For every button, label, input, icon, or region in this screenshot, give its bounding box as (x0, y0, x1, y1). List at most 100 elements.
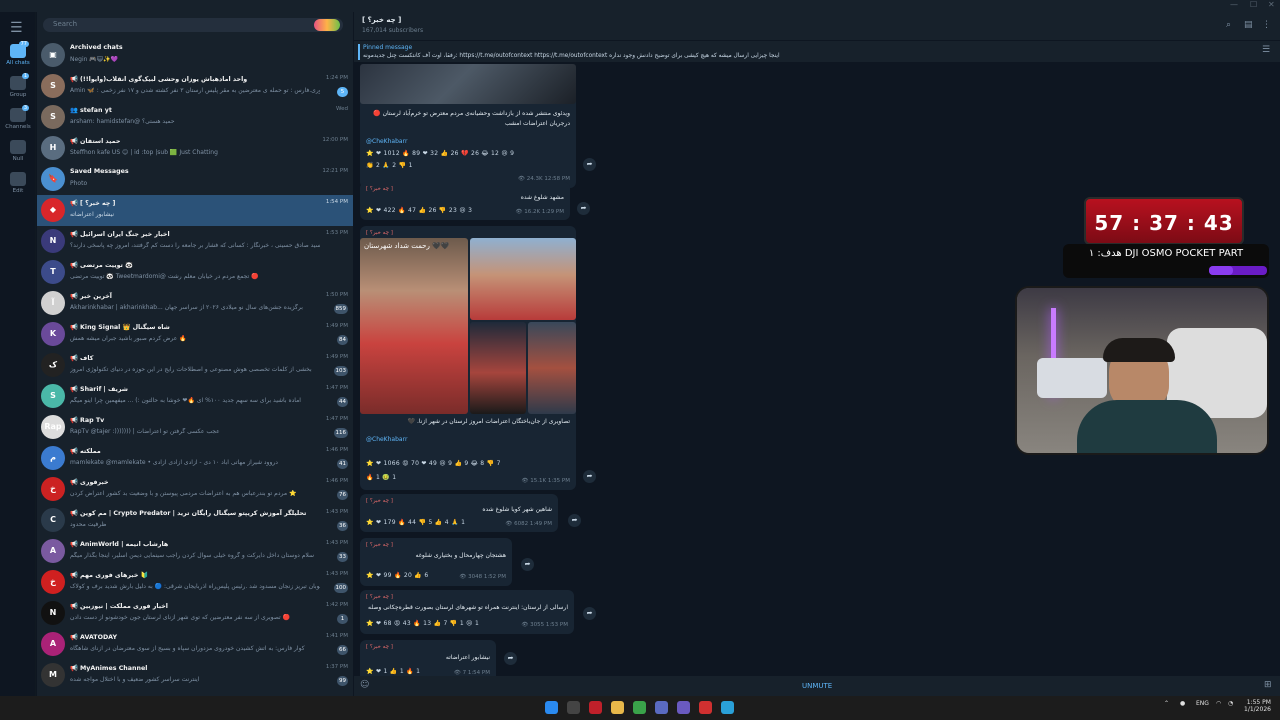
message-bubble[interactable]: [ چه خبر؟ ] هشتجان چهارمحال و بختیاری شل… (360, 538, 512, 586)
share-icon[interactable]: ➦ (521, 558, 534, 571)
maximize-icon[interactable]: ☐ (1250, 0, 1257, 9)
chat-name: 📢 AnimWorld | هارشاب انیمه (70, 541, 169, 548)
reactions[interactable]: ⭐ ❤ 1 👍 1 🔥 1 (366, 668, 420, 675)
discord-icon[interactable] (677, 701, 690, 714)
folder-sidebar: ☰ 77 All chats 1 Group 3 Channels Null E… (0, 12, 36, 696)
chat-list-item[interactable]: S 📢 Sharif | شریف آماده باشید برای سه سهم … (37, 381, 353, 412)
avatar: N (41, 601, 65, 625)
reactions[interactable]: 🔥 1 🤢 1 (366, 474, 396, 481)
share-icon[interactable]: ➦ (577, 202, 590, 215)
chat-list-item[interactable]: Rap 📢 Rap Tv RapTv @tajer :))))))) | عجب ع… (37, 412, 353, 443)
chat-list-item[interactable]: م 📢 مملکته mamlekate @mamlekate • دروود شی… (37, 443, 353, 474)
language-indicator[interactable]: ENG (1196, 700, 1209, 707)
message-bubble[interactable]: [ چه خبر؟ ] شاهین شهر کویا شلوغ شده ⭐ ❤ … (360, 494, 558, 532)
view-count: 3055 (530, 622, 545, 628)
close-icon[interactable]: ✕ (1268, 0, 1275, 9)
chat-list-item[interactable]: خ 📢 خبرهای فوری مهم 🔰 کوبان تبریز زنجان مس… (37, 567, 353, 598)
chat-list-item[interactable]: ◆ 📢 [ چه خبر؟ ] نیشابور اعتراضاته 1:54 PM (37, 195, 353, 226)
folder-all-chats[interactable]: 77 All chats (0, 41, 36, 66)
channel-link[interactable]: @CheKhabarr (366, 138, 407, 145)
more-options-icon[interactable]: ⋮ (1262, 20, 1271, 30)
chat-list-item[interactable]: K 📢 King Signal 👑 شاه سیگنال عرض کردم صبور… (37, 319, 353, 350)
pinned-text: رفقا، اوت آف کانتکست چنل جدیدمونه: https… (363, 53, 780, 59)
chrome-icon[interactable] (633, 701, 646, 714)
app-icon[interactable] (655, 701, 668, 714)
bot-commands-icon[interactable]: ⊞ (1264, 680, 1272, 690)
photo[interactable] (470, 238, 576, 320)
chat-list-item[interactable]: N 📢 اخبار خبر جنگ ایران اسرائیل سید صادق ح… (37, 226, 353, 257)
share-icon[interactable]: ➦ (583, 470, 596, 483)
folder-label: Group (9, 92, 27, 98)
volume-icon[interactable]: ◔ (1228, 700, 1233, 707)
share-icon[interactable]: ➦ (568, 514, 581, 527)
chat-list-item[interactable]: ک 📢 کاف بخشی از کلمات تخصصی هوش مصنوعی و ا… (37, 350, 353, 381)
reactions[interactable]: ⭐ ❤ 179 🔥 44 👎 5 👍 4 🙏 1 (366, 519, 465, 526)
chat-header[interactable]: [ چه خبر؟ ] 167,014 subscribers ⌕ ▤ ⋮ (354, 12, 1280, 40)
avatar: K (41, 322, 65, 346)
chat-time: 1:49 PM (325, 354, 348, 360)
folder-channels[interactable]: 3 Channels (0, 105, 36, 130)
chat-list-item[interactable]: H 📢 حمید استفان Steffhon kafe US 😊 | id :t… (37, 133, 353, 164)
avatar: T (41, 260, 65, 284)
chat-list-item[interactable]: S 👥 stefan yt arsham: hamidstefan@ حمید هس… (37, 102, 353, 133)
reactions[interactable]: 👏 2 🙏 2 👎 1 (366, 162, 413, 169)
share-icon[interactable]: ➦ (504, 652, 517, 665)
message-meta: 👁 15.1K 1:35 PM (521, 478, 570, 484)
chat-list-item[interactable]: ▣ Archived chats Negin 🎮😺✨💜 (37, 40, 353, 71)
sidebar-toggle-icon[interactable]: ▤ (1244, 20, 1253, 30)
message-bubble[interactable]: [ چه خبر؟ ] مشهد شلوغ شده ⭐ ❤ 422 🔥 47 👍… (360, 182, 570, 220)
folder-null[interactable]: Null (0, 140, 36, 162)
reactions[interactable]: ⭐ ❤ 99 🔥 20 👍 6 (366, 572, 428, 579)
reactions[interactable]: ⭐ ❤ 1012 🔥 89 ❤ 32 👍 26 💔 26 😂 12 😢 9 (366, 150, 514, 157)
unmute-button[interactable]: UNMUTE (802, 682, 832, 690)
channel-link[interactable]: @CheKhabarr (366, 436, 407, 443)
chat-list-item[interactable]: خ 📢 خبرفوری مردم تو بندرعباس هم به اعتراضا… (37, 474, 353, 505)
app-icon[interactable] (589, 701, 602, 714)
telegram-icon[interactable] (721, 701, 734, 714)
chat-list-item[interactable]: S 📢 واحد امادهباش یوزان وحشی لبیک‌گوی انق… (37, 71, 353, 102)
tray-chevron-icon[interactable]: ⌃ (1164, 700, 1169, 707)
chat-list-item[interactable]: A 📢 AVATODAY کوار فارس: به آتش کشیدن خودرو… (37, 629, 353, 660)
reactions[interactable]: ⭐ ❤ 1066 😡 70 ❤ 49 😢 9 👍 9 😂 8 👎 7 (366, 460, 501, 467)
message-bubble[interactable]: [ چه خبر؟ ] رحمت شداد شهرستان 🖤🖤 تصاویری… (360, 226, 576, 490)
folder-edit[interactable]: Edit (0, 172, 36, 194)
chat-list-item[interactable]: 🔖 Saved Messages Photo 12:21 PM (37, 164, 353, 195)
emoji-icon[interactable]: ☺ (360, 680, 369, 690)
chat-preview: Steffhon kafe US 😊 | id :top |sub 🟩 Just… (70, 149, 218, 156)
avatar: S (41, 384, 65, 408)
chat-list-item[interactable]: M 📢 MyAnimes Channel اینترنت سراسر کشور ضع… (37, 660, 353, 691)
pinned-message-bar[interactable]: Pinned message رفقا، اوت آف کانتکست چنل … (354, 40, 1280, 62)
share-icon[interactable]: ➦ (583, 158, 596, 171)
folder-group[interactable]: 1 Group (0, 73, 36, 98)
wifi-icon[interactable]: ◠ (1216, 700, 1221, 707)
app-icon[interactable] (699, 701, 712, 714)
reactions[interactable]: ⭐ ❤ 68 😡 43 🔥 13 👍 7 👎 1 😢 1 (366, 620, 479, 627)
pin-list-icon[interactable]: ☰ (1262, 45, 1270, 55)
chat-list-item[interactable]: N 📢 اخبار فوری مملکت | نیوزبین تصویری از س… (37, 598, 353, 629)
chat-list-item[interactable]: C 📢 مم کوین | Crypto Predator | تحلیلگر آ… (37, 505, 353, 536)
chat-preview: arsham: hamidstefan@ حمید هستی؟ (70, 118, 175, 125)
hamburger-menu-icon[interactable]: ☰ (10, 20, 23, 36)
search-input[interactable]: Search (43, 18, 343, 32)
share-icon[interactable]: ➦ (583, 607, 596, 620)
clock-time: 1:55 PM (1246, 699, 1271, 706)
minimize-icon[interactable]: — (1230, 0, 1238, 9)
chat-list-item[interactable]: A 📢 AnimWorld | هارشاب انیمه سلام دوستان د… (37, 536, 353, 567)
tray-app-icon[interactable]: ● (1180, 700, 1185, 707)
chat-list-item[interactable]: T 📢 توییت مرتضی 🐼 توییت مرتضی 🐼 Tweetmardo… (37, 257, 353, 288)
message-bubble[interactable]: [ چه خبر؟ ] ارسالی از لرستان: اینترنت هم… (360, 590, 574, 634)
search-icon[interactable]: ⌕ (1226, 20, 1231, 30)
photo[interactable] (528, 322, 576, 414)
video-thumbnail[interactable] (360, 64, 576, 104)
photo[interactable] (470, 322, 526, 414)
photo[interactable]: رحمت شداد شهرستان 🖤🖤 (360, 238, 468, 414)
file-explorer-icon[interactable] (611, 701, 624, 714)
clock[interactable]: 1:55 PM 1/1/2026 (1244, 699, 1271, 713)
reactions[interactable]: ⭐ ❤ 422 🔥 47 👍 26 👎 23 😢 3 (366, 207, 472, 214)
message-bubble[interactable]: ویدئوی منتشر شده از بازداشت وحشیانه‌ی مر… (360, 64, 576, 188)
chat-name: 📢 اخبار خبر جنگ ایران اسرائیل (70, 231, 170, 238)
start-icon[interactable] (545, 701, 558, 714)
story-avatars[interactable] (314, 19, 340, 31)
search-icon[interactable] (567, 701, 580, 714)
chat-list-item[interactable]: آ 📢 آخرین خبر Akharinkhabar | akharinkhab.… (37, 288, 353, 319)
